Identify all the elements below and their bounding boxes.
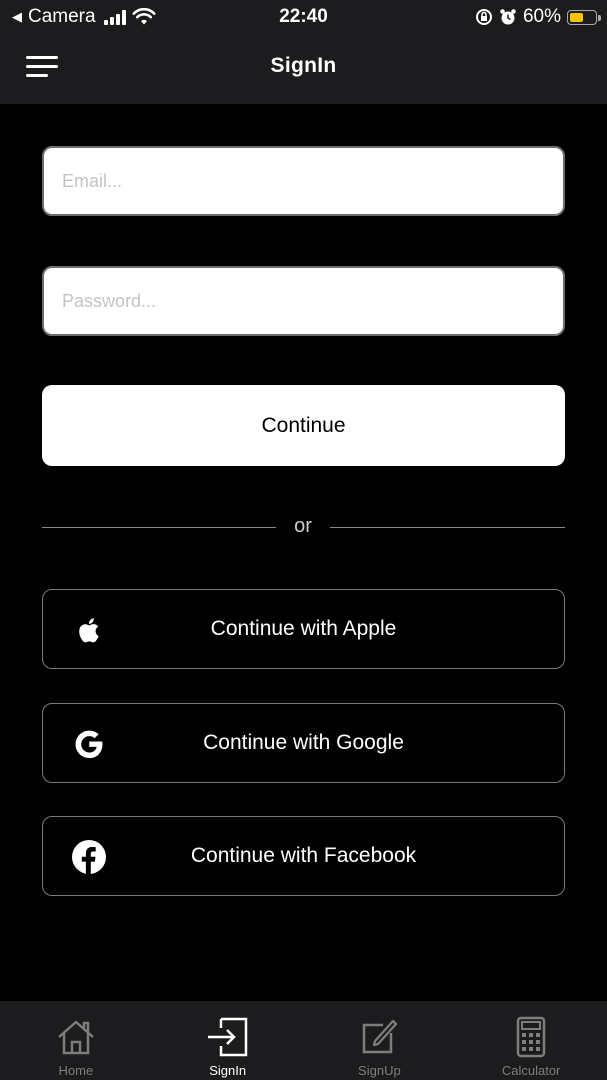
orientation-lock-icon — [475, 9, 492, 25]
signin-screen: ◀ Camera 22:40 60% SignIn Email... Conti… — [0, 0, 607, 1080]
calculator-icon — [516, 1016, 546, 1058]
tab-signup-label: SignUp — [358, 1063, 401, 1078]
tab-bar: Home SignIn SignUp Calculator — [0, 1001, 607, 1080]
battery-icon — [567, 9, 601, 25]
google-button-label: Continue with Google — [203, 731, 404, 754]
battery-percent: 60% — [522, 6, 561, 27]
page-title: SignIn — [270, 54, 337, 77]
divider-line-left — [42, 527, 276, 528]
email-field[interactable] — [42, 146, 565, 216]
apple-button-label: Continue with Apple — [210, 617, 397, 640]
password-field[interactable] — [42, 266, 565, 336]
home-icon — [58, 1020, 94, 1055]
divider-line-right — [330, 527, 565, 528]
status-right: 60% — [475, 6, 601, 28]
tab-calculator-label: Calculator — [501, 1063, 561, 1078]
tab-calculator[interactable]: Calculator — [455, 1001, 607, 1080]
app-header: SignIn — [0, 34, 607, 104]
sign-in-icon — [207, 1017, 247, 1057]
continue-button-label: Continue — [261, 413, 346, 437]
continue-button[interactable]: Continue — [42, 385, 565, 466]
tab-home[interactable]: Home — [0, 1001, 152, 1080]
continue-with-facebook-button[interactable]: Continue with Facebook — [42, 816, 565, 896]
status-bar: ◀ Camera 22:40 60% — [0, 0, 607, 34]
tab-signup[interactable]: SignUp — [304, 1001, 456, 1080]
facebook-button-label: Continue with Facebook — [190, 844, 417, 867]
tab-signin-label: SignIn — [209, 1063, 247, 1078]
continue-with-apple-button[interactable]: Continue with Apple — [42, 589, 565, 669]
alarm-icon — [500, 9, 516, 25]
tab-signin[interactable]: SignIn — [152, 1001, 304, 1080]
edit-icon — [363, 1019, 398, 1054]
tab-home-label: Home — [58, 1063, 94, 1078]
battery-fill — [570, 12, 583, 22]
divider-text: or — [294, 515, 312, 537]
continue-with-google-button[interactable]: Continue with Google — [42, 703, 565, 783]
